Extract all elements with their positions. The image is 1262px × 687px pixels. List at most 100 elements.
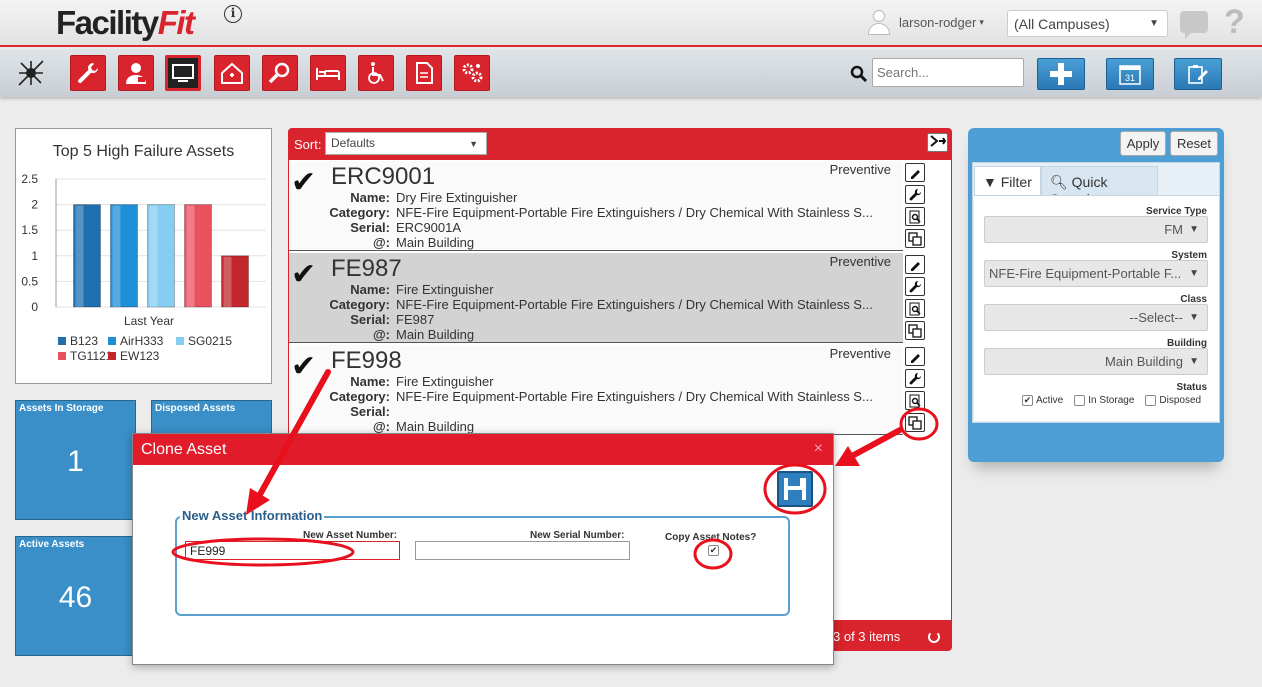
nav-assets-button[interactable] <box>165 55 201 91</box>
floppy-disk-icon <box>784 478 806 500</box>
magnifier-icon <box>909 394 921 407</box>
nav-documents-button[interactable] <box>406 55 442 91</box>
status-disposed-checkbox[interactable] <box>1145 395 1157 406</box>
search-icon: 🔍︎ <box>1050 174 1068 190</box>
bar-highlight <box>149 205 158 307</box>
nav-work-orders-button[interactable] <box>70 55 106 91</box>
clone-icon <box>908 231 922 246</box>
asset-id[interactable]: FE998 <box>331 347 402 375</box>
service-type-value: FM <box>1164 222 1183 237</box>
row-actions <box>905 347 927 435</box>
caret-down-icon: ▼ <box>469 139 478 149</box>
nav-accessibility-button[interactable] <box>358 55 394 91</box>
refresh-icon[interactable] <box>928 631 940 643</box>
wheelchair-icon <box>368 62 384 84</box>
modal-title: Clone Asset <box>141 441 227 458</box>
info-icon[interactable]: i <box>224 5 242 23</box>
help-icon[interactable]: ? <box>1224 3 1245 42</box>
campus-select[interactable]: (All Campuses) ▼ <box>1007 10 1168 37</box>
building-icon <box>221 62 243 84</box>
asset-location: Main Building <box>396 235 475 250</box>
service-type-select[interactable]: FM ▼ <box>984 216 1208 243</box>
sort-select[interactable]: Defaults ▼ <box>325 132 487 155</box>
apply-button[interactable]: Apply <box>1120 131 1166 156</box>
save-button[interactable] <box>777 471 813 507</box>
tab-filter[interactable]: ▼ Filter <box>974 166 1041 196</box>
app-logo[interactable]: FacilityFit <box>56 4 195 42</box>
high-failure-chart: Top 5 High Failure Assets 2.5 2 1.5 1 0.5 0 La… <box>15 128 272 384</box>
nav-inspections-button[interactable] <box>262 55 298 91</box>
add-button[interactable] <box>1037 58 1085 90</box>
close-icon[interactable]: × <box>814 440 823 458</box>
status-in-storage-label: In Storage <box>1088 395 1135 406</box>
y-tick-label: 2 <box>31 198 38 212</box>
edit-pencil-icon <box>911 353 920 363</box>
status-in-storage-checkbox[interactable] <box>1074 395 1086 406</box>
create-work-order-button[interactable] <box>905 185 925 204</box>
active-assets-tile[interactable]: Active Assets 46 <box>15 536 136 656</box>
new-asset-number-input[interactable] <box>185 541 400 560</box>
status-active-label: Active <box>1036 395 1064 406</box>
clone-asset-button[interactable] <box>905 229 925 248</box>
legend-label: AirH333 <box>120 334 164 348</box>
nav-people-button[interactable] <box>118 55 154 91</box>
nav-rooms-button[interactable] <box>310 55 346 91</box>
view-asset-button[interactable] <box>905 391 925 410</box>
class-select[interactable]: --Select-- ▼ <box>984 304 1208 331</box>
search-input[interactable] <box>872 58 1024 87</box>
row-actions <box>905 163 927 251</box>
clone-asset-button[interactable] <box>905 413 925 432</box>
modal-header: Clone Asset × <box>133 434 833 465</box>
user-menu[interactable]: larson-rodger ▾ <box>866 8 984 36</box>
edit-asset-button[interactable] <box>905 255 925 274</box>
field-label: Serial: <box>350 220 390 235</box>
tab-quick-search[interactable]: 🔍︎ Quick Search <box>1041 166 1158 207</box>
stat-label: Disposed Assets <box>155 403 236 414</box>
legend-label: EW123 <box>120 349 160 363</box>
chat-icon[interactable] <box>1180 11 1208 39</box>
nav-settings-button[interactable] <box>454 55 490 91</box>
clone-icon <box>908 415 922 430</box>
field-label: Name: <box>350 374 390 389</box>
view-asset-button[interactable] <box>905 207 925 226</box>
nav-facilities-button[interactable] <box>214 55 250 91</box>
clipboard-edit-button[interactable] <box>1174 58 1222 90</box>
status-active-checkbox[interactable]: ✔ <box>1022 395 1033 406</box>
asset-row[interactable]: ✔ FE998 Preventive Name: Fire Extinguishe… <box>289 345 903 435</box>
clone-asset-button[interactable] <box>905 321 925 340</box>
calendar-icon: 31 <box>1119 65 1141 85</box>
sort-select-value: Defaults <box>331 136 376 150</box>
field-label: Name: <box>350 190 390 205</box>
asset-name: Dry Fire Extinguisher <box>396 190 518 205</box>
chart-plot: 2.5 2 1.5 1 0.5 0 Last Year B123 AirH333 SG0215 TG… <box>21 172 266 363</box>
asset-category: NFE-Fire Equipment-Portable Fire Extingu… <box>396 389 873 404</box>
reset-button[interactable]: Reset <box>1170 131 1218 156</box>
user-name: larson-rodger <box>899 14 977 30</box>
asset-name: Fire Extinguisher <box>396 374 494 389</box>
asset-id[interactable]: ERC9001 <box>331 163 435 191</box>
asset-id[interactable]: FE987 <box>331 255 402 283</box>
new-serial-number-input[interactable] <box>415 541 630 560</box>
status-label: Status <box>1176 382 1207 393</box>
system-select[interactable]: NFE-Fire Equipment-Portable F... ▼ <box>984 260 1208 287</box>
assets-in-storage-tile[interactable]: Assets In Storage 1 <box>15 400 136 520</box>
facilityfit-emblem-icon[interactable] <box>17 59 45 87</box>
stat-label: Active Assets <box>19 539 85 550</box>
edit-asset-button[interactable] <box>905 347 925 366</box>
legend-label: TG1121 <box>70 349 113 363</box>
create-work-order-button[interactable] <box>905 277 925 296</box>
magnifier-icon <box>268 62 290 84</box>
copy-notes-checkbox[interactable]: ✔ <box>708 545 719 556</box>
asset-row[interactable]: ✔ ERC9001 Preventive Name: Dry Fire Extin… <box>289 161 903 251</box>
view-asset-button[interactable] <box>905 299 925 318</box>
new-asset-number-label: New Asset Number: <box>303 530 398 541</box>
expand-collapse-button[interactable] <box>927 133 948 152</box>
asset-row[interactable]: ✔ FE987 Preventive Name: Fire Extinguishe… <box>289 253 903 343</box>
create-work-order-button[interactable] <box>905 369 925 388</box>
field-label: Serial: <box>350 404 390 419</box>
edit-asset-button[interactable] <box>905 163 925 182</box>
calendar-button[interactable]: 31 <box>1106 58 1154 90</box>
tab-filter-label: Filter <box>1000 174 1032 190</box>
disposed-assets-tile[interactable]: Disposed Assets <box>151 400 272 436</box>
building-select[interactable]: Main Building ▼ <box>984 348 1208 375</box>
